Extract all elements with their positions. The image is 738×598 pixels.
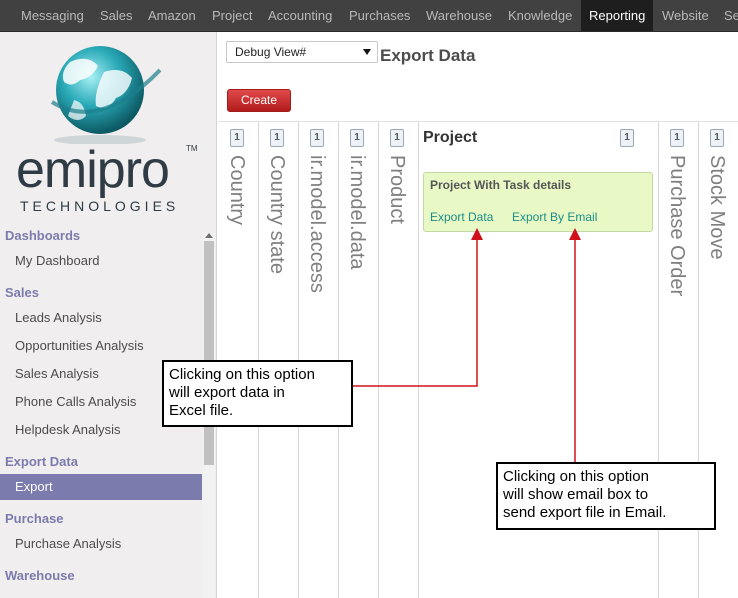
column-divider xyxy=(378,122,379,598)
column-count-badge: 1 xyxy=(670,129,684,147)
sidebar-section-sales: Sales xyxy=(5,285,39,300)
create-button[interactable]: Create xyxy=(227,89,291,112)
column-divider xyxy=(418,122,419,598)
globe-icon xyxy=(50,46,162,144)
sidebar-item-export[interactable]: Export xyxy=(0,474,202,500)
column-ir-model-access[interactable]: ir.model.access xyxy=(306,155,328,293)
debug-view-select-value: Debug View# xyxy=(235,45,307,59)
callout-line: Clicking on this option xyxy=(503,468,649,485)
nav-sales[interactable]: Sales xyxy=(100,0,133,31)
column-count-badge: 1 xyxy=(270,129,284,147)
dropdown-caret-icon xyxy=(363,49,371,55)
column-ir-model-data[interactable]: ir.model.data xyxy=(346,155,368,270)
nav-project[interactable]: Project xyxy=(212,0,252,31)
nav-more[interactable]: Se xyxy=(724,0,738,31)
sidebar-item-opportunities-analysis[interactable]: Opportunities Analysis xyxy=(0,333,202,359)
debug-view-select[interactable]: Debug View# xyxy=(226,41,378,63)
column-count-badge: 1 xyxy=(230,129,244,147)
callout-line: send export file in Email. xyxy=(503,504,667,521)
sidebar-scrollbar-thumb[interactable] xyxy=(204,241,214,465)
callout-export-email: Clicking on this option will show email … xyxy=(496,462,716,530)
callout-line: will show email box to xyxy=(503,486,649,503)
scroll-up-arrow-icon[interactable] xyxy=(205,233,213,238)
export-by-email-link[interactable]: Export By Email xyxy=(512,210,597,224)
sidebar: emipro TM TECHNOLOGIES Dashboards My Das… xyxy=(0,32,217,598)
column-count-badge: 1 xyxy=(350,129,364,147)
column-country-state[interactable]: Country state xyxy=(266,155,288,274)
nav-reporting[interactable]: Reporting xyxy=(581,0,654,31)
page-title: Export Data xyxy=(380,46,476,65)
sidebar-section-export-data: Export Data xyxy=(5,454,78,469)
column-purchase-order[interactable]: Purchase Order xyxy=(666,155,688,296)
app-window: Messaging Sales Amazon Project Accountin… xyxy=(0,0,738,598)
callout-line: Excel file. xyxy=(169,402,234,419)
nav-knowledge[interactable]: Knowledge xyxy=(508,0,572,31)
nav-purchases[interactable]: Purchases xyxy=(349,0,410,31)
sidebar-item-purchase-analysis[interactable]: Purchase Analysis xyxy=(0,531,202,557)
column-count-badge: 1 xyxy=(620,129,634,147)
card-title: Project With Task details xyxy=(430,178,572,192)
nav-messaging[interactable]: Messaging xyxy=(21,0,84,31)
column-count-badge: 1 xyxy=(310,129,324,147)
kanban-top-border xyxy=(218,121,738,122)
top-navigation: Messaging Sales Amazon Project Accountin… xyxy=(0,0,738,32)
callout-line: Clicking on this option xyxy=(169,366,315,383)
logo-wordmark: emipro xyxy=(16,141,170,199)
nav-website[interactable]: Website xyxy=(662,0,709,31)
callout-export-data: Clicking on this option will export data… xyxy=(162,360,353,427)
callout-line: will export data in xyxy=(169,384,285,401)
column-project-title[interactable]: Project xyxy=(423,129,477,147)
column-country[interactable]: Country xyxy=(226,155,248,225)
sidebar-section-warehouse: Warehouse xyxy=(5,568,75,583)
company-logo[interactable]: emipro TM TECHNOLOGIES xyxy=(0,32,216,227)
logo-trademark: TM xyxy=(186,144,198,153)
column-stock-move[interactable]: Stock Move xyxy=(706,155,728,259)
nav-accounting[interactable]: Accounting xyxy=(268,0,332,31)
nav-amazon[interactable]: Amazon xyxy=(148,0,196,31)
column-product[interactable]: Product xyxy=(386,155,408,224)
sidebar-item-my-dashboard[interactable]: My Dashboard xyxy=(0,248,202,274)
logo-subtitle: TECHNOLOGIES xyxy=(20,198,180,214)
sidebar-item-leads-analysis[interactable]: Leads Analysis xyxy=(0,305,202,331)
sidebar-section-purchase: Purchase xyxy=(5,511,64,526)
sidebar-section-dashboards: Dashboards xyxy=(5,228,81,243)
export-data-link[interactable]: Export Data xyxy=(430,210,493,224)
column-count-badge: 1 xyxy=(710,129,724,147)
nav-warehouse[interactable]: Warehouse xyxy=(426,0,492,31)
kanban-card[interactable]: Project With Task details Export Data Ex… xyxy=(423,172,653,232)
column-count-badge: 1 xyxy=(390,129,404,147)
